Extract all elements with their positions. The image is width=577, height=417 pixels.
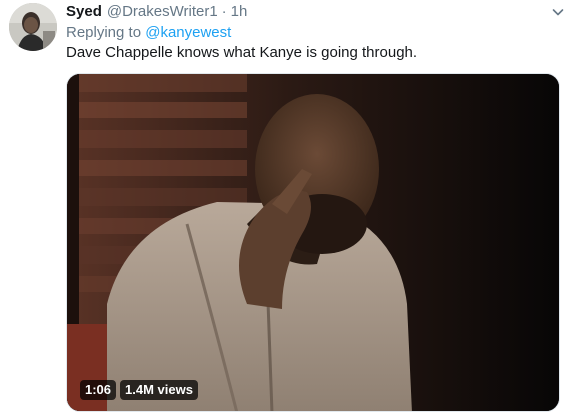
video-badges: 1:06 1.4M views (80, 380, 198, 400)
avatar-photo (9, 3, 57, 51)
author-avatar[interactable] (9, 3, 57, 51)
reply-prefix: Replying to (66, 24, 142, 41)
tweet-text: Dave Chappelle knows what Kanye is going… (66, 44, 418, 61)
tweet-timestamp[interactable]: 1h (231, 3, 248, 20)
author-handle[interactable]: @DrakesWriter1 (107, 3, 218, 20)
video-views: 1.4M views (120, 380, 198, 400)
tweet: Syed @DrakesWriter1 · 1h Replying to @ka… (0, 0, 577, 417)
video-thumbnail (67, 74, 559, 411)
video-player[interactable]: 1:06 1.4M views (66, 73, 560, 412)
replying-to: Replying to @kanyewest (66, 24, 231, 41)
video-duration: 1:06 (80, 380, 117, 400)
author-name[interactable]: Syed (66, 3, 102, 20)
separator-dot: · (221, 3, 227, 20)
tweet-header: Syed @DrakesWriter1 · 1h (66, 3, 247, 23)
chevron-down-icon[interactable] (552, 6, 564, 18)
reply-mention-link[interactable]: @kanyewest (145, 24, 231, 41)
